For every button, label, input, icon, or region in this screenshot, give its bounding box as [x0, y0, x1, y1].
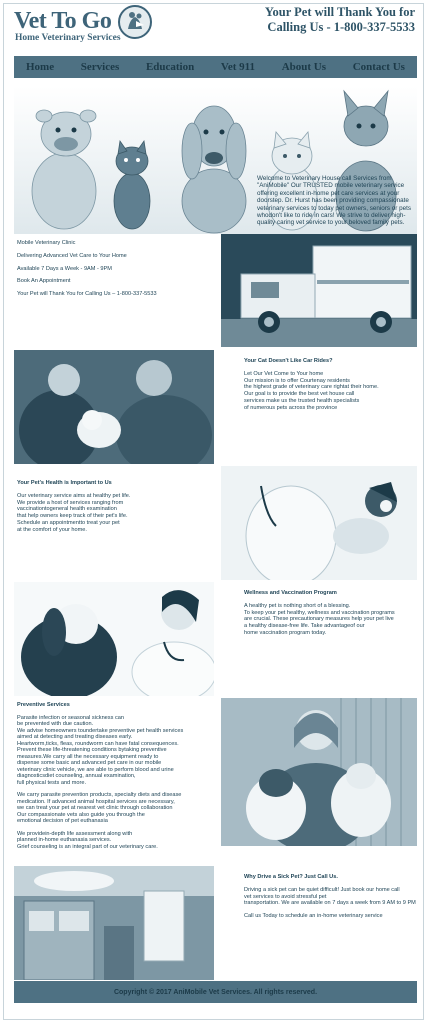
text-line: home vaccination program today. [244, 629, 327, 636]
nav-item-home[interactable]: Home [26, 61, 54, 73]
pet-health-text: Your Pet's Health is Important to Us Our… [17, 480, 212, 534]
clinic-line: Mobile Veterinary Clinic [17, 240, 76, 246]
book-appointment-link[interactable]: Book An Appointment [17, 278, 212, 285]
text-line: Schedule an appointmentto treat your pet [17, 519, 120, 526]
nav-item-education[interactable]: Education [146, 61, 194, 73]
nav-item-vet-911[interactable]: Vet 911 [221, 61, 255, 73]
woman-with-cats-image [221, 698, 417, 846]
text-line: Driving a sick pet can be quiet difficul… [244, 886, 400, 893]
call-to-action: Call us Today to schedule an in-home vet… [244, 913, 383, 920]
mobile-clinic-text: Mobile Veterinary Clinic Delivering Adva… [17, 240, 212, 304]
section-wellness-vaccination: Wellness and Vaccination Program A healt… [14, 582, 417, 696]
main-nav: Home Services Education Vet 911 About Us… [14, 56, 417, 78]
section-pet-health: Your Pet's Health is Important to Us Our… [14, 466, 417, 580]
text-line: vet services to avoid stressful pet [244, 893, 327, 900]
nav-item-contact-us[interactable]: Contact Us [353, 61, 405, 73]
text-line: vaccinationtogeneral health examination [17, 506, 117, 513]
text-line: Grief counseling is an integral part of … [17, 843, 158, 850]
section-heading: Your Cat Doesn't Like Car Rides? [244, 358, 333, 364]
site-logo[interactable]: Vet To Go Home Veterinary Services [14, 5, 154, 45]
text-line: that help owners keep track of their pet… [17, 513, 128, 520]
text-line: Our goal is to provide the best vet hous… [244, 391, 355, 398]
nav-item-services[interactable]: Services [81, 61, 119, 73]
copyright-text: Copyright © 2017 AniMobile Vet Services.… [113, 989, 318, 996]
cat-car-rides-text: Your Cat Doesn't Like Car Rides? Let Our… [244, 358, 414, 412]
text-line: of numerous pets across the province [244, 404, 338, 411]
text-line: are crucial. These precautionary measure… [244, 616, 394, 623]
wellness-text: Wellness and Vaccination Program A healt… [244, 590, 417, 637]
preventive-text: Preventive Services Parasite infection o… [17, 702, 222, 850]
site-footer: Copyright © 2017 AniMobile Vet Services.… [14, 981, 417, 1003]
text-line: at the comfort of your home. [17, 526, 87, 533]
logo-subtitle: Home Veterinary Services [15, 33, 121, 43]
logo-title: Vet To Go [14, 8, 112, 34]
text-line: A healthy pet is nothing short of a bles… [244, 602, 351, 609]
section-heading: Your Pet's Health is Important to Us [17, 480, 112, 486]
clinic-line: Available 7 Days a Week - 9AM - 9PM [17, 265, 112, 272]
vet-examining-dog-image [14, 350, 214, 464]
section-heading: Wellness and Vaccination Program [244, 590, 337, 596]
text-line: services make us the trusted health spec… [244, 397, 360, 404]
section-preventive-services: Preventive Services Parasite infection o… [14, 698, 417, 864]
paw-logo-icon [118, 5, 152, 39]
text-line: full physical tests and more. [17, 779, 87, 786]
vet-with-spaniel-image [14, 582, 214, 696]
text-line: the highest grade of veterinary care rig… [244, 384, 379, 391]
section-heading: Why Drive a Sick Pet? Just Call Us. [244, 874, 338, 880]
phone-line-1: Your Pet will Thank You for [264, 5, 415, 19]
text-line: Our veterinary service aims at healthy p… [17, 492, 131, 499]
clinic-room-image [14, 866, 214, 980]
mobile-van-image [221, 234, 417, 347]
text-line: a healthy disease-free life. Take advant… [244, 623, 365, 630]
section-mobile-clinic: Mobile Veterinary Clinic Delivering Adva… [14, 234, 417, 347]
section-sick-pet: Why Drive a Sick Pet? Just Call Us. Driv… [14, 866, 417, 980]
text-line: Let Our Vet Come to Your home [244, 370, 324, 377]
section-heading: Preventive Services [17, 702, 70, 708]
clinic-line: Delivering Advanced Vet Care to Your Hom… [17, 252, 127, 259]
phone-line-2[interactable]: Calling Us - 1-800-337-5533 [235, 20, 415, 35]
text-line: To keep your pet healthy, wellness and v… [244, 609, 395, 616]
text-line: Our mission is to offer Courtenay reside… [244, 377, 350, 384]
clinic-line: Your Pet will Thank You for Calling Us –… [17, 291, 157, 298]
vet-with-puppy-image [221, 466, 417, 580]
hero-banner: Welcome to Veterinary House call Service… [14, 86, 417, 234]
hero-welcome-text: Welcome to Veterinary House call Service… [257, 175, 411, 227]
section-cat-car-rides: Your Cat Doesn't Like Car Rides? Let Our… [14, 350, 417, 464]
nav-item-about-us[interactable]: About Us [282, 61, 326, 73]
phone-callout: Your Pet will Thank You for Calling Us -… [235, 5, 415, 35]
text-line: transportation. We are available on 7 da… [244, 900, 416, 907]
sick-pet-text: Why Drive a Sick Pet? Just Call Us. Driv… [244, 874, 417, 926]
text-line: emotional decision of pet euthanasia [17, 818, 108, 824]
text-line: We provide a host of services ranging fr… [17, 499, 124, 506]
